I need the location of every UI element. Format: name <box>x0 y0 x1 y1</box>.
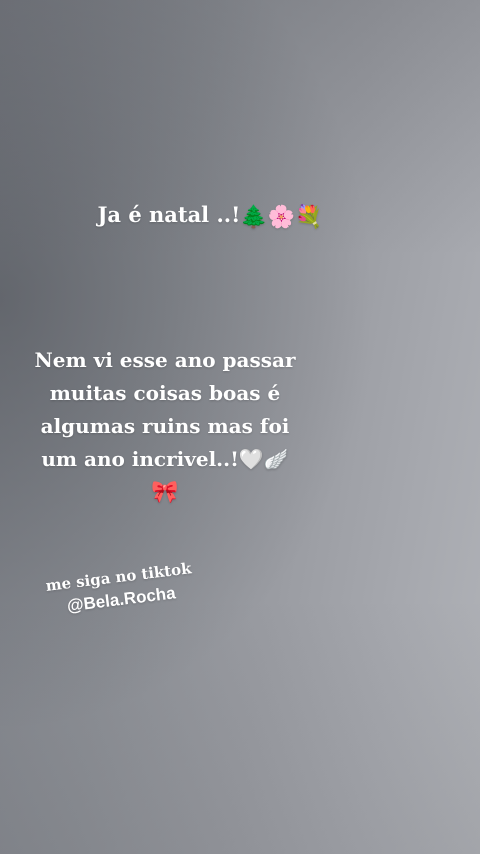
message-line: muitas coisas boas é <box>49 381 281 405</box>
title-label: Ja é natal ..! <box>97 202 241 227</box>
message-line: Nem vi esse ano passar <box>34 348 296 372</box>
message-line: um ano incrivel..!🤍🪽 <box>41 447 289 471</box>
ribbon-icon: 🎀 <box>151 480 179 505</box>
message-line: algumas ruins mas foi <box>40 414 290 438</box>
tree-icon: 🌲 <box>240 205 268 230</box>
flower-icon: 🌸 <box>267 205 296 230</box>
message-text: Nem vi esse ano passar muitas coisas boa… <box>30 344 300 509</box>
bouquet-icon: 💐 <box>295 205 323 230</box>
title-text: Ja é natal ..!🌲🌸💐 <box>60 198 360 235</box>
